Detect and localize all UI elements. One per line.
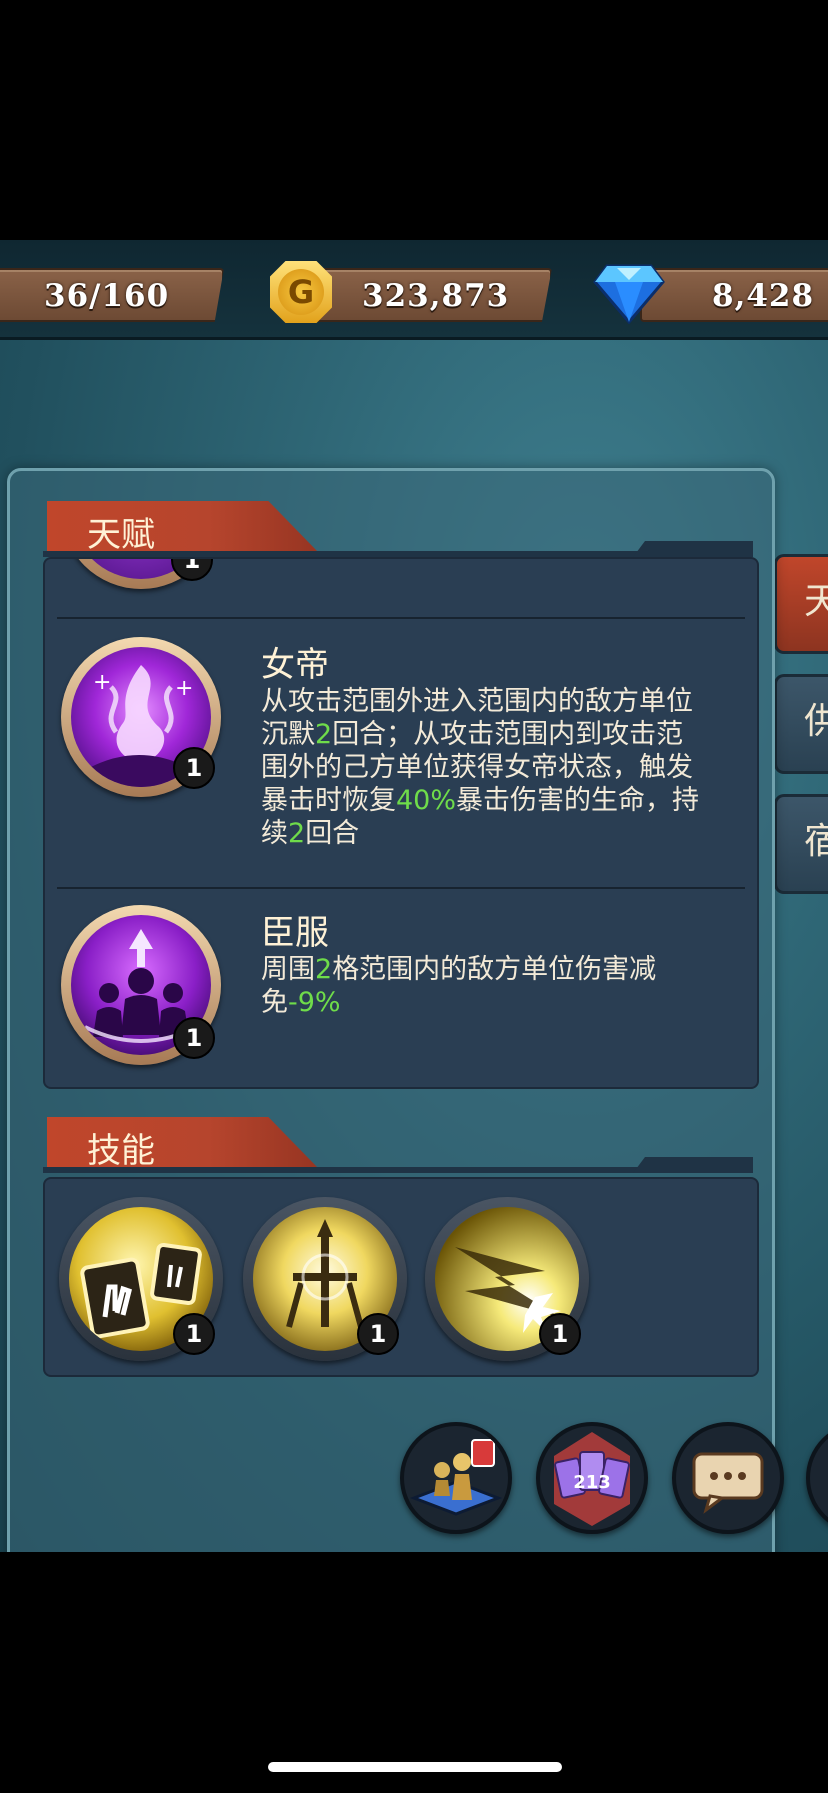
level-badge: 1 bbox=[173, 1017, 215, 1059]
desc-text: 周围 bbox=[261, 954, 315, 985]
gold-value: 323,873 bbox=[362, 278, 510, 314]
chat-bubble-icon bbox=[692, 1452, 764, 1514]
cards-number-text: 213 bbox=[573, 1472, 611, 1493]
chess-pieces-icon bbox=[409, 1439, 503, 1516]
talent-description: 从攻击范围外进入范围内的敌方单位沉默2回合；从攻击范围内到攻击范围外的己方单位获… bbox=[261, 685, 701, 850]
hero-detail-panel: 天赋 1 + + 1 女帝 从攻击范围外进入范围内的敌方单位沉默2回合；从攻击范… bbox=[7, 468, 775, 1552]
side-tab-dorm[interactable]: 宿 bbox=[774, 794, 828, 894]
skill-slot-1[interactable]: 1 bbox=[59, 1197, 223, 1361]
side-tab-supply[interactable]: 供 bbox=[774, 674, 828, 774]
bottom-button-chat[interactable] bbox=[672, 1422, 784, 1534]
highlight-value: -9% bbox=[288, 987, 341, 1018]
talent-icon-empress[interactable]: + + 1 bbox=[61, 637, 221, 797]
resource-bar: 36/160 G 323,873 8,428 bbox=[0, 240, 828, 340]
skill-list: 1 1 1 bbox=[43, 1177, 759, 1377]
highlight-value: 40% bbox=[396, 785, 457, 816]
divider bbox=[57, 617, 745, 619]
bottom-button-chess[interactable] bbox=[400, 1422, 512, 1534]
level-badge: 1 bbox=[173, 747, 215, 789]
bottom-button-cards[interactable]: 213 bbox=[536, 1422, 648, 1534]
game-screen: 36/160 G 323,873 8,428 天 供 宿 天赋 1 + + 1 … bbox=[0, 240, 828, 1552]
level-badge: 1 bbox=[173, 1313, 215, 1355]
svg-text:+: + bbox=[175, 676, 193, 701]
stamina-value: 36/160 bbox=[44, 278, 170, 314]
level-badge: 1 bbox=[357, 1313, 399, 1355]
gold-coin-icon: G bbox=[270, 261, 332, 323]
highlight-value: 2 bbox=[315, 954, 333, 985]
bottom-button-more[interactable] bbox=[806, 1422, 828, 1534]
skill-slot-2[interactable]: 1 bbox=[243, 1197, 407, 1361]
skill-section-rule bbox=[43, 1167, 753, 1173]
gems-value: 8,428 bbox=[712, 278, 815, 314]
talent-list[interactable]: 1 + + 1 女帝 从攻击范围外进入范围内的敌方单位沉默2回合；从攻击范围内到… bbox=[43, 557, 759, 1089]
skill-slot-3[interactable]: 1 bbox=[425, 1197, 589, 1361]
divider bbox=[57, 887, 745, 889]
side-tab-talent[interactable]: 天 bbox=[774, 554, 828, 654]
diamond-gem-icon bbox=[593, 264, 665, 324]
highlight-value: 2 bbox=[288, 818, 306, 849]
skill-section-header: 技能 bbox=[47, 1117, 317, 1167]
highlight-value: 2 bbox=[315, 719, 333, 750]
talent-icon-partial[interactable]: 1 bbox=[61, 559, 221, 589]
desc-text: 回合 bbox=[305, 818, 360, 849]
svg-text:+: + bbox=[93, 670, 111, 695]
talent-name: 臣服 bbox=[261, 913, 329, 953]
talent-section-header: 天赋 bbox=[47, 501, 317, 551]
talent-icon-submission[interactable]: 1 bbox=[61, 905, 221, 1065]
home-indicator[interactable] bbox=[268, 1762, 562, 1772]
level-badge: 1 bbox=[171, 559, 213, 581]
level-badge: 1 bbox=[539, 1313, 581, 1355]
number-cards-icon: 213 bbox=[554, 1432, 630, 1526]
talent-description: 周围2格范围内的敌方单位伤害减免-9% bbox=[261, 953, 701, 1019]
talent-name: 女帝 bbox=[261, 645, 329, 685]
